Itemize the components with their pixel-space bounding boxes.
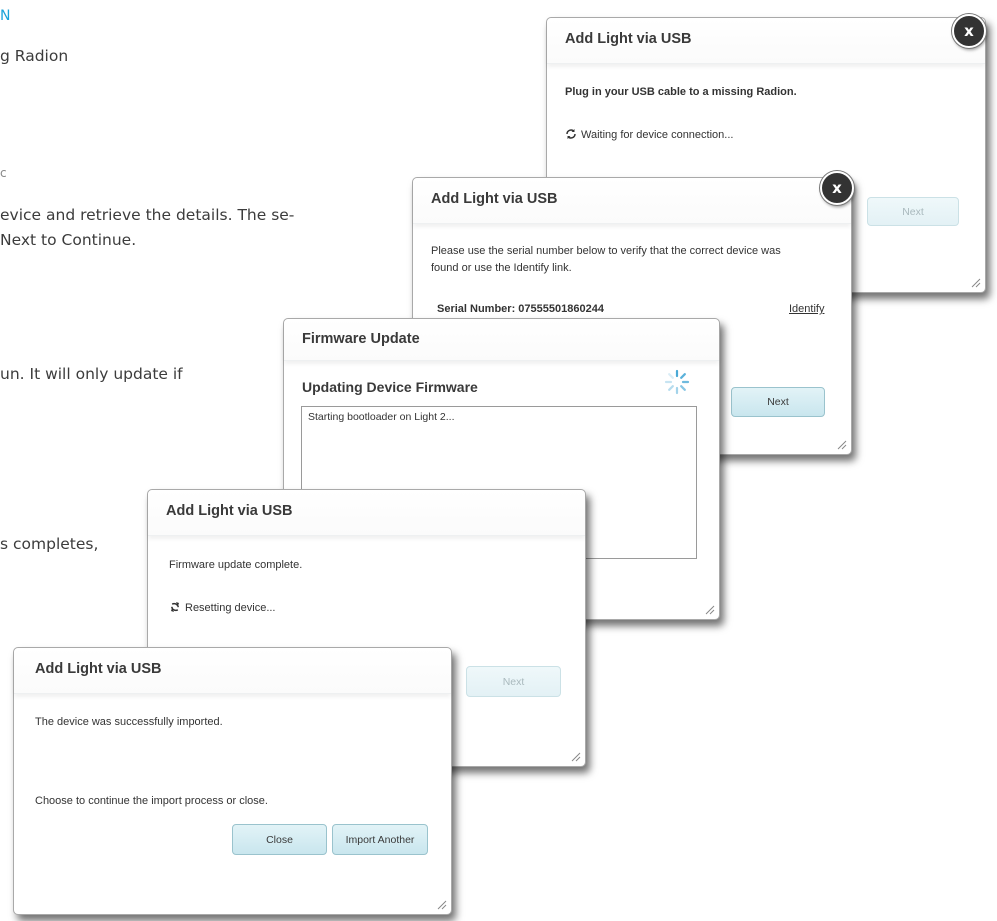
refresh-icon	[171, 602, 179, 612]
dialog-prompt: Choose to continue the import process or…	[35, 795, 268, 807]
loading-spinner-icon	[664, 369, 690, 395]
add-light-dialog-success: Add Light via USB The device was success…	[13, 647, 452, 915]
dialog-title: Firmware Update	[284, 319, 719, 361]
resize-grip-icon[interactable]	[571, 752, 581, 762]
dialog-status: Resetting device...	[169, 601, 276, 614]
next-button[interactable]: Next	[867, 197, 959, 226]
next-button[interactable]: Next	[731, 387, 825, 417]
close-button[interactable]: Close	[232, 824, 327, 855]
background-text-line: evice and retrieve the details. The se-	[0, 206, 295, 224]
serial-number: Serial Number: 07555501860244	[437, 303, 604, 315]
step-heading: N	[0, 8, 11, 24]
next-button[interactable]: Next	[466, 666, 561, 697]
status-text: Resetting device...	[185, 602, 276, 614]
dialog-message: The device was successfully imported.	[35, 716, 223, 728]
background-text-line: s completes,	[0, 535, 99, 553]
resize-grip-icon[interactable]	[971, 278, 981, 288]
resize-grip-icon[interactable]	[837, 440, 847, 450]
dialog-subtitle: Updating Device Firmware	[302, 379, 478, 395]
close-icon[interactable]: x	[820, 171, 854, 205]
background-text-line: c	[0, 166, 7, 180]
dialog-title: Add Light via USB	[148, 490, 585, 536]
dialog-title: Add Light via USB	[413, 178, 851, 224]
dialog-title: Add Light via USB	[14, 648, 451, 694]
dialog-title: Add Light via USB	[547, 18, 985, 64]
dialog-instruction: Please use the serial number below to ve…	[431, 245, 781, 257]
background-text-line: g Radion	[0, 47, 69, 65]
dialog-status: Waiting for device connection...	[565, 128, 733, 141]
resize-grip-icon[interactable]	[705, 605, 715, 615]
background-text-line: Next to Continue.	[0, 231, 137, 249]
resize-grip-icon[interactable]	[437, 900, 447, 910]
dialog-message: Firmware update complete.	[169, 559, 303, 571]
refresh-icon	[566, 129, 576, 139]
background-text-line: un. It will only update if	[0, 365, 183, 383]
close-icon[interactable]: x	[952, 14, 986, 48]
dialog-instruction: Plug in your USB cable to a missing Radi…	[565, 86, 797, 98]
identify-link[interactable]: Identify	[789, 303, 824, 315]
status-text: Waiting for device connection...	[581, 129, 734, 141]
dialog-instruction: found or use the Identify link.	[431, 262, 572, 274]
import-another-button[interactable]: Import Another	[332, 824, 428, 855]
